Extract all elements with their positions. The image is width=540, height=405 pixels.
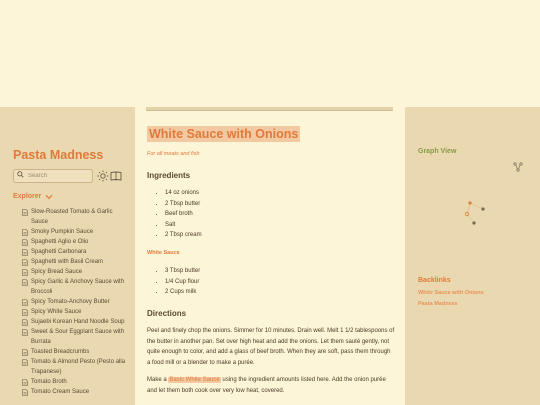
- file-icon: [22, 258, 28, 266]
- file-label: Spicy Garlic & Anchovy Sauce with Brocco…: [31, 279, 125, 295]
- top-blank-area: [0, 0, 540, 107]
- list-item: 2 Tbsp butter: [165, 199, 202, 210]
- file-icon: [22, 238, 28, 246]
- file-label: Smoky Pumpkin Sauce: [31, 229, 94, 235]
- file-label: Tomato Cream Sauce: [31, 389, 90, 395]
- list-item: Salt: [165, 220, 202, 231]
- sidebar-file-item[interactable]: Spicy White Sauce: [22, 307, 130, 317]
- file-icon: [22, 358, 28, 366]
- explorer-label: Explorer: [13, 193, 42, 200]
- white-sauce-heading: White Sauce: [147, 250, 180, 256]
- file-label: Spicy White Sauce: [31, 309, 82, 315]
- graph-node[interactable]: [468, 201, 472, 205]
- book-icon[interactable]: [110, 170, 122, 182]
- ingredients-list: 14 oz onions2 Tbsp butterBeef brothSalt2…: [157, 188, 202, 241]
- file-label: Slow-Roasted Tomato & Garlic Sauce: [31, 209, 113, 225]
- file-label: Spaghetti Carbonara: [31, 249, 87, 255]
- paragraph-text: Make a: [147, 377, 169, 383]
- sidebar-file-item[interactable]: Spicy Tomato-Anchovy Butter: [22, 297, 130, 307]
- sidebar-file-item[interactable]: Spaghetti Aglio e Olio: [22, 237, 130, 247]
- white-sauce-list: 3 Tbsp butter1/4 Cup flour2 Cups milk: [157, 266, 200, 298]
- file-icon: [22, 248, 28, 256]
- sidebar-file-item[interactable]: Toasted Breadcrumbs: [22, 347, 130, 357]
- search-box[interactable]: [13, 169, 93, 183]
- file-icon: [22, 378, 28, 386]
- explorer-toggle[interactable]: Explorer: [13, 191, 53, 202]
- sidebar-file-item[interactable]: Tomato & Almond Pesto (Pesto alla Trapan…: [22, 357, 130, 377]
- file-icon: [22, 298, 28, 306]
- directions-paragraph-1: Peel and finely chop the onions. Simmer …: [147, 328, 395, 366]
- file-icon: [22, 208, 28, 216]
- sidebar-file-item[interactable]: Tomato Broth: [22, 377, 130, 387]
- file-icon: [22, 228, 28, 236]
- backlinks-title: Backlinks: [418, 277, 451, 284]
- sidebar-file-item[interactable]: Tomato Cream Sauce: [22, 387, 130, 397]
- sidebar-file-item[interactable]: Smoky Pumpkin Sauce: [22, 227, 130, 237]
- backlink-item[interactable]: Pasta Madness: [418, 301, 458, 307]
- sidebar-file-item[interactable]: Spaghetti with Basil Cream: [22, 257, 130, 267]
- graph-node[interactable]: [472, 221, 476, 225]
- file-icon: [22, 328, 28, 336]
- graph-view[interactable]: [450, 192, 500, 232]
- sidebar-file-item[interactable]: Sujaebi Korean Hand Noodle Soup: [22, 317, 130, 327]
- directions-heading: Directions: [147, 309, 187, 318]
- right-sidebar: Graph View Backlinks White Sauce with On…: [405, 107, 540, 405]
- file-label: Spaghetti Aglio e Olio: [31, 239, 89, 245]
- page-title: White Sauce with Onions: [147, 126, 301, 142]
- list-item: Beef broth: [165, 209, 202, 220]
- file-icon: [22, 268, 28, 276]
- directions-paragraph-2: Make a Basic White Sauce using the ingre…: [147, 375, 395, 396]
- sidebar-file-item[interactable]: Sweet & Sour Eggplant Sauce with Burrata: [22, 327, 130, 347]
- left-sidebar: Pasta Madness Explorer Slow-Roasted Toma…: [0, 107, 135, 405]
- site-title[interactable]: Pasta Madness: [13, 148, 103, 162]
- note-content: White Sauce with Onions For all meats an…: [135, 107, 405, 405]
- list-item: 1/4 Cup flour: [165, 277, 200, 288]
- basic-white-sauce-link[interactable]: Basic White Sauce: [168, 377, 221, 383]
- file-label: Spicy Tomato-Anchovy Butter: [31, 299, 110, 305]
- list-item: 3 Tbsp butter: [165, 266, 200, 277]
- file-icon: [22, 278, 28, 286]
- graph-view-title: Graph View: [418, 148, 457, 155]
- file-label: Tomato & Almond Pesto (Pesto alla Trapan…: [31, 359, 126, 375]
- list-item: 2 Cups milk: [165, 287, 200, 298]
- file-icon: [22, 348, 28, 356]
- top-divider: [146, 107, 393, 111]
- sun-icon[interactable]: [97, 170, 109, 182]
- search-input[interactable]: [28, 171, 88, 181]
- ingredients-heading: Ingredients: [147, 171, 191, 180]
- page-subtitle: For all meats and fish: [147, 151, 200, 157]
- list-item: 14 oz onions: [165, 188, 202, 199]
- file-label: Spicy Bread Sauce: [31, 269, 83, 275]
- chevron-down-icon: [45, 194, 53, 199]
- file-label: Toasted Breadcrumbs: [31, 349, 90, 355]
- file-icon: [22, 318, 28, 326]
- file-icon: [22, 388, 28, 396]
- file-icon: [22, 308, 28, 316]
- file-label: Tomato Broth: [31, 379, 67, 385]
- graph-expand-icon[interactable]: [513, 162, 523, 172]
- file-list: Slow-Roasted Tomato & Garlic Sauce Smoky …: [22, 207, 130, 397]
- sidebar-file-item[interactable]: Spicy Bread Sauce: [22, 267, 130, 277]
- list-item: 2 Tbsp cream: [165, 230, 202, 241]
- file-label: Sweet & Sour Eggplant Sauce with Burrata: [31, 329, 125, 345]
- sidebar-file-item[interactable]: Spicy Garlic & Anchovy Sauce with Brocco…: [22, 277, 130, 297]
- graph-node[interactable]: [481, 207, 485, 211]
- file-label: Spaghetti with Basil Cream: [31, 259, 104, 265]
- sidebar-file-item[interactable]: Slow-Roasted Tomato & Garlic Sauce: [22, 207, 130, 227]
- search-icon: [17, 171, 24, 178]
- sidebar-file-item[interactable]: Spaghetti Carbonara: [22, 247, 130, 257]
- backlink-item[interactable]: White Sauce with Onions: [418, 290, 484, 296]
- file-label: Sujaebi Korean Hand Noodle Soup: [31, 319, 125, 325]
